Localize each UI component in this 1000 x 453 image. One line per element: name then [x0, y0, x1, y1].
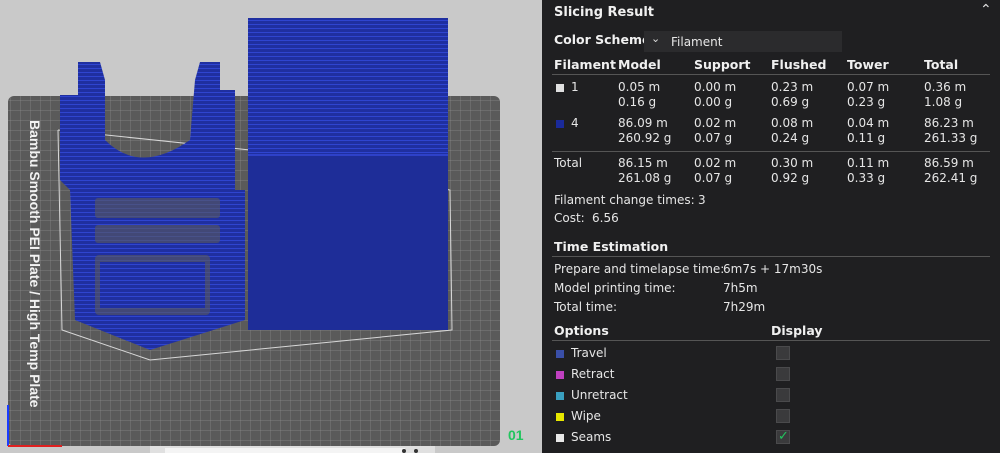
- support-length: 0.02 m: [694, 116, 737, 130]
- option-label: Retract: [571, 367, 615, 381]
- color-scheme-dropdown[interactable]: ⌄ Filament: [644, 31, 842, 52]
- support-weight: 0.00 g: [694, 95, 733, 109]
- travel-display-checkbox[interactable]: [776, 346, 790, 360]
- flushed-length: 0.23 m: [771, 80, 814, 94]
- model-printing-time-label: Model printing time:: [554, 281, 676, 295]
- color-scheme-label: Color Scheme: [554, 32, 651, 47]
- total-time-label: Total time:: [554, 300, 617, 314]
- tower-length: 0.11 m: [847, 156, 890, 170]
- total-time-value: 7h29m: [723, 300, 766, 314]
- support-length: 0.02 m: [694, 156, 737, 170]
- build-plate-view[interactable]: Bambu Smooth PEI Plate / High Temp Plate…: [0, 0, 542, 453]
- option-label: Unretract: [571, 388, 628, 402]
- support-length: 0.00 m: [694, 80, 737, 94]
- header-filament: Filament: [554, 57, 616, 72]
- unretract-color-swatch: [556, 392, 564, 400]
- prepare-time-value: 6m7s + 17m30s: [723, 262, 823, 276]
- flushed-length: 0.08 m: [771, 116, 814, 130]
- model-length: 0.05 m: [618, 80, 661, 94]
- filament-change-value: 3: [698, 193, 706, 207]
- header-model: Model: [618, 57, 661, 72]
- model-weight: 260.92 g: [618, 131, 672, 145]
- retract-color-swatch: [556, 371, 564, 379]
- option-label: Wipe: [571, 409, 601, 423]
- collapse-icon[interactable]: ⌃: [980, 2, 992, 18]
- options-header: Options: [554, 323, 609, 338]
- model-length: 86.09 m: [618, 116, 668, 130]
- total-weight: 262.41 g: [924, 171, 978, 185]
- total-length: 86.23 m: [924, 116, 974, 130]
- option-label: Seams: [571, 430, 612, 444]
- wipe-display-checkbox[interactable]: [776, 409, 790, 423]
- unretract-display-checkbox[interactable]: [776, 388, 790, 402]
- panel-title: Slicing Result: [554, 5, 655, 20]
- filament-color-swatch: [556, 84, 564, 92]
- plate-number: 01: [508, 427, 524, 443]
- tower-length: 0.07 m: [847, 80, 890, 94]
- support-weight: 0.07 g: [694, 171, 733, 185]
- total-weight: 261.33 g: [924, 131, 978, 145]
- tower-weight: 0.33 g: [847, 171, 886, 185]
- support-weight: 0.07 g: [694, 131, 733, 145]
- header-flushed: Flushed: [771, 57, 827, 72]
- header-support: Support: [694, 57, 751, 72]
- flushed-weight: 0.24 g: [771, 131, 810, 145]
- cost-label: Cost:: [554, 211, 585, 225]
- filament-change-label: Filament change times:: [554, 193, 695, 207]
- 3d-viewport[interactable]: Bambu Smooth PEI Plate / High Temp Plate…: [0, 0, 542, 453]
- total-length: 86.59 m: [924, 156, 974, 170]
- retract-display-checkbox[interactable]: [776, 367, 790, 381]
- cost-value: 6.56: [592, 211, 619, 225]
- tower-weight: 0.23 g: [847, 95, 886, 109]
- filament-color-swatch: [556, 120, 564, 128]
- travel-color-swatch: [556, 350, 564, 358]
- flushed-weight: 0.92 g: [771, 171, 810, 185]
- model-weight: 0.16 g: [618, 95, 657, 109]
- filament-id: 1: [571, 80, 579, 94]
- tower-weight: 0.11 g: [847, 131, 886, 145]
- checkmark-icon: ✓: [778, 429, 789, 444]
- option-label: Travel: [571, 346, 607, 360]
- wipe-color-swatch: [556, 413, 564, 421]
- model-printing-time-value: 7h5m: [723, 281, 758, 295]
- model-length: 86.15 m: [618, 156, 668, 170]
- header-total: Total: [924, 57, 959, 72]
- color-scheme-value: Filament: [671, 35, 723, 49]
- total-length: 0.36 m: [924, 80, 967, 94]
- total-weight: 1.08 g: [924, 95, 963, 109]
- plate-label: Bambu Smooth PEI Plate / High Temp Plate: [27, 120, 43, 408]
- header-tower: Tower: [847, 57, 889, 72]
- time-estimation-title: Time Estimation: [554, 239, 669, 254]
- model-right-part: [248, 18, 448, 330]
- total-row-label: Total: [554, 156, 583, 170]
- slicing-result-panel: Slicing Result ⌃ Color Scheme ⌄ Filament…: [542, 0, 1000, 453]
- seams-display-checkbox[interactable]: ✓: [776, 429, 790, 444]
- display-header: Display: [771, 323, 823, 338]
- flushed-length: 0.30 m: [771, 156, 814, 170]
- chevron-down-icon: ⌄: [651, 32, 661, 45]
- tower-length: 0.04 m: [847, 116, 890, 130]
- prepare-time-label: Prepare and timelapse time:: [554, 262, 725, 276]
- filament-id: 4: [571, 116, 579, 130]
- seams-color-swatch: [556, 434, 564, 442]
- model-weight: 261.08 g: [618, 171, 672, 185]
- flushed-weight: 0.69 g: [771, 95, 810, 109]
